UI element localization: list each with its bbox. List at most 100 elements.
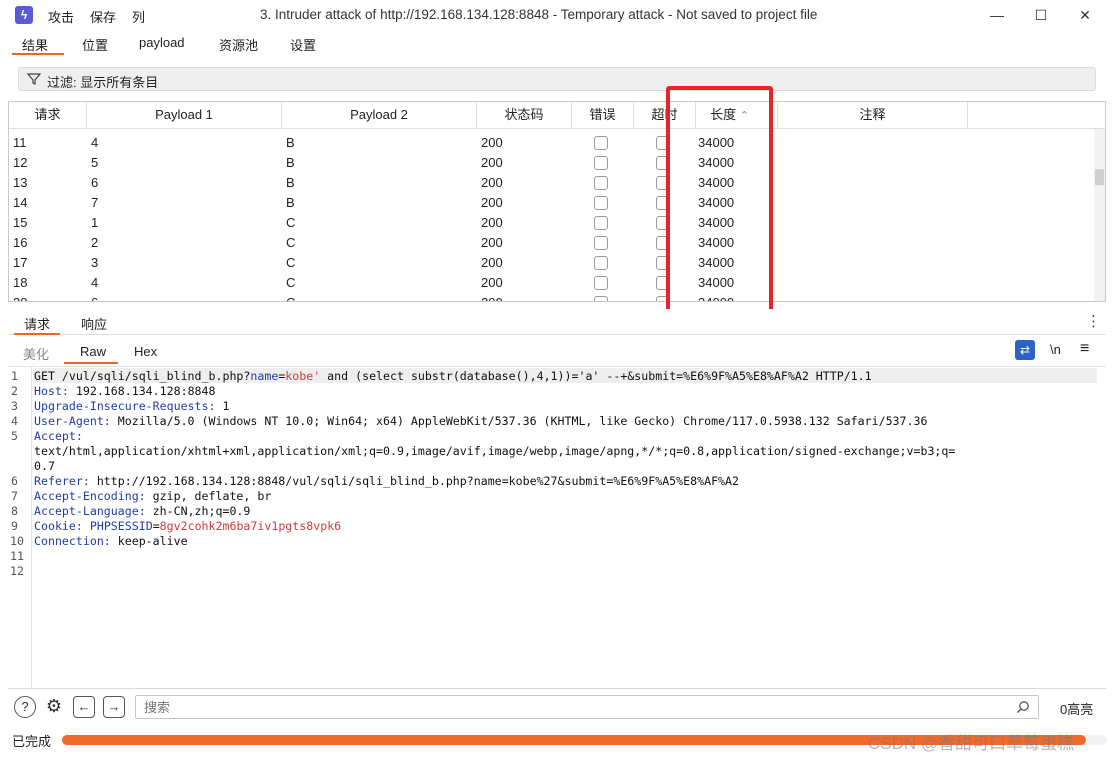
table-row[interactable]: 12 5 B 200 34000: [9, 153, 1095, 173]
cookie-value: 8gv2cohk2m6ba7iv1pgts8vpk6: [159, 519, 342, 533]
cell-payload1: 2: [91, 235, 99, 250]
table-row[interactable]: 17 3 C 200 34000: [9, 253, 1095, 273]
error-checkbox[interactable]: [594, 256, 608, 270]
col-payload1[interactable]: Payload 1: [87, 102, 282, 128]
cell-status: 200: [481, 235, 503, 250]
menu-attack[interactable]: 攻击: [48, 7, 74, 26]
line-number: 6: [11, 474, 18, 488]
table-row[interactable]: 16 2 C 200 34000: [9, 233, 1095, 253]
cell-payload1: 5: [91, 155, 99, 170]
cell-payload1: 6: [91, 295, 98, 301]
tab-positions[interactable]: 位置: [82, 35, 108, 54]
cell-request: 20: [13, 295, 27, 301]
tab-payloads[interactable]: payload: [139, 35, 185, 50]
close-button[interactable]: ✕: [1062, 0, 1108, 30]
search-input[interactable]: [135, 695, 1039, 719]
line-number: 7: [11, 489, 18, 503]
cell-payload1: 4: [91, 135, 99, 150]
tab-settings[interactable]: 设置: [290, 35, 316, 54]
table-header: 请求 Payload 1 Payload 2 状态码 错误 超时 长度 ⌃ 注释: [9, 102, 1105, 129]
watermark: CSDN @香甜可口草莓蛋糕: [868, 734, 1075, 753]
col-request[interactable]: 请求: [9, 102, 87, 128]
table-row[interactable]: 14 7 B 200 34000: [9, 193, 1095, 213]
error-checkbox[interactable]: [594, 196, 608, 210]
line-number: 4: [11, 414, 18, 428]
cell-payload1: 6: [91, 175, 99, 190]
error-checkbox[interactable]: [594, 276, 608, 290]
maximize-button[interactable]: ☐: [1018, 0, 1064, 30]
accept-value-line: 0.7: [34, 459, 55, 473]
error-checkbox[interactable]: [594, 236, 608, 250]
menu-columns[interactable]: 列: [132, 7, 145, 26]
tab-request[interactable]: 请求: [24, 314, 50, 333]
cell-request: 14: [13, 195, 28, 210]
cell-payload2: C: [286, 295, 295, 301]
line-gutter: 1 2 3 4 5 6 7 8 9 10 11 12: [8, 367, 32, 688]
filter-label: 过滤: 显示所有条目: [47, 75, 159, 90]
col-status[interactable]: 状态码: [477, 102, 572, 128]
filter-bar[interactable]: 过滤: 显示所有条目: [18, 67, 1096, 91]
table-scrollbar[interactable]: [1094, 129, 1105, 301]
cell-payload2: C: [286, 255, 296, 270]
tab-raw[interactable]: Raw: [80, 344, 106, 359]
line-number: 1: [11, 369, 18, 383]
gear-icon[interactable]: ⚙: [43, 696, 65, 718]
col-extra: [968, 102, 1095, 128]
col-error[interactable]: 错误: [572, 102, 634, 128]
request-method: GET /vul/sqli/sqli_blind_b.php?: [34, 369, 251, 383]
cell-payload2: C: [286, 235, 296, 250]
cookie-line: Cookie: PHPSESSID=8gv2cohk2m6ba7iv1pgts8…: [34, 519, 341, 533]
cell-status: 200: [481, 295, 503, 301]
minimize-button[interactable]: —: [974, 0, 1020, 30]
error-checkbox[interactable]: [594, 176, 608, 190]
help-icon[interactable]: ?: [14, 696, 36, 718]
window-title: 3. Intruder attack of http://192.168.134…: [260, 7, 818, 22]
table-row[interactable]: 15 1 C 200 34000: [9, 213, 1095, 233]
cell-request: 15: [13, 215, 28, 230]
table-scrollbar-thumb[interactable]: [1095, 169, 1104, 185]
error-checkbox[interactable]: [594, 136, 608, 150]
tab-hex[interactable]: Hex: [134, 344, 157, 359]
cell-payload1: 4: [91, 275, 99, 290]
error-checkbox[interactable]: [594, 216, 608, 230]
error-checkbox[interactable]: [594, 296, 608, 301]
cell-status: 200: [481, 215, 503, 230]
show-newlines-icon[interactable]: \n: [1050, 342, 1061, 357]
editor-menu-icon[interactable]: ≡: [1080, 340, 1089, 358]
tab-resource-pool[interactable]: 资源池: [219, 35, 258, 54]
header-value: keep-alive: [110, 534, 188, 548]
burp-lightning-icon: ϟ: [15, 6, 33, 24]
cell-payload1: 7: [91, 195, 99, 210]
table-row[interactable]: 11 4 B 200 34000: [9, 133, 1095, 153]
results-table: 请求 Payload 1 Payload 2 状态码 错误 超时 长度 ⌃ 注释…: [8, 101, 1106, 302]
col-comment[interactable]: 注释: [778, 102, 968, 128]
error-checkbox[interactable]: [594, 156, 608, 170]
cell-payload2: B: [286, 135, 295, 150]
header-value: http://192.168.134.128:8848/vul/sqli/sql…: [89, 474, 739, 488]
tab-results[interactable]: 结果: [22, 35, 48, 54]
header-key: Accept:: [34, 429, 83, 443]
line-number: 11: [10, 549, 24, 563]
request-editor[interactable]: 1 2 3 4 5 6 7 8 9 10 11 12 GET /vul/sqli…: [8, 366, 1106, 688]
line-number: 8: [11, 504, 18, 518]
more-options-icon[interactable]: ⋮: [1086, 312, 1101, 330]
table-row[interactable]: 18 4 C 200 34000: [9, 273, 1095, 293]
forward-arrow-icon[interactable]: →: [103, 696, 125, 718]
line-number: 3: [11, 399, 18, 413]
menu-save[interactable]: 保存: [90, 7, 116, 26]
cell-request: 11: [13, 135, 27, 150]
cell-payload1: 3: [91, 255, 99, 270]
table-row[interactable]: 13 6 B 200 34000: [9, 173, 1095, 193]
col-payload2[interactable]: Payload 2: [282, 102, 477, 128]
tab-pretty[interactable]: 美化: [23, 344, 49, 363]
back-arrow-icon[interactable]: ←: [73, 696, 95, 718]
header-value: 192.168.134.128:8848: [68, 384, 216, 398]
main-tabs: 结果 位置 payload 资源池 设置: [0, 30, 1114, 56]
wrap-lines-icon[interactable]: ⇄: [1015, 340, 1035, 360]
header-line: Connection: keep-alive: [34, 534, 188, 548]
table-row[interactable]: 206C20034000: [9, 293, 1095, 301]
tab-response[interactable]: 响应: [81, 314, 107, 333]
header-value: 1: [215, 399, 230, 413]
header-line: Accept-Encoding: gzip, deflate, br: [34, 489, 271, 503]
header-line: Accept:: [34, 429, 83, 443]
